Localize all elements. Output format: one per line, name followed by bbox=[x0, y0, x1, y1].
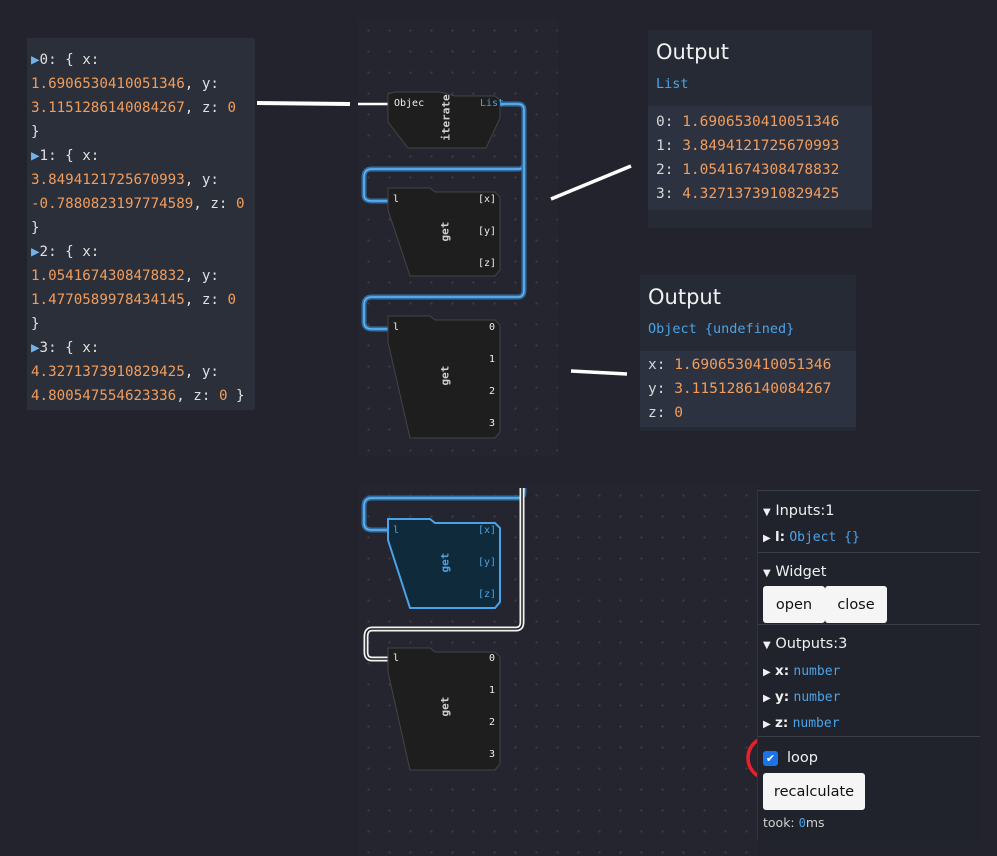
input-l-row[interactable]: ▶ l: Object {} bbox=[763, 529, 860, 545]
close-button[interactable]: close bbox=[825, 586, 887, 623]
expand-arrow-icon[interactable]: ▶ bbox=[31, 148, 40, 164]
collapse-triangle-icon: ▼ bbox=[763, 568, 771, 579]
get3-output-port[interactable]: [y] bbox=[478, 557, 496, 568]
entry-y-value: -0.7880823197774589 bbox=[31, 196, 194, 212]
get4-node-label[interactable]: get bbox=[439, 689, 452, 725]
expand-triangle-icon: ▶ bbox=[763, 667, 771, 678]
list-item: x: 1.6906530410051346 bbox=[648, 357, 832, 373]
iterate-input-port[interactable]: Objec bbox=[394, 98, 424, 109]
get2-output-port[interactable]: 2 bbox=[489, 386, 495, 397]
get3-output-port[interactable]: [z] bbox=[478, 589, 496, 600]
get4-input-port[interactable]: l bbox=[393, 653, 399, 664]
entry-index: 1 bbox=[39, 148, 49, 164]
output-title: Output bbox=[656, 40, 729, 64]
entry-y-value: 1.4770589978434145 bbox=[31, 292, 185, 308]
took-timing: took: 0ms bbox=[763, 815, 825, 830]
collapse-triangle-icon: ▼ bbox=[763, 640, 771, 651]
entry-index: 3 bbox=[39, 340, 49, 356]
widget-section: ▼ Widget open close bbox=[758, 552, 980, 625]
output-object-card: Output Object {undefined} x: 1.690653041… bbox=[640, 275, 856, 431]
get3-output-port[interactable]: [x] bbox=[478, 525, 496, 536]
entry-index: 0 bbox=[39, 52, 49, 68]
get4-output-port[interactable]: 3 bbox=[489, 749, 495, 760]
inputs-header[interactable]: ▼ Inputs:1 bbox=[763, 503, 835, 519]
get1-input-port[interactable]: l bbox=[393, 194, 399, 205]
inspector-panel: ▼ Inputs:1 ▶ l: Object {} ▼ Widget open … bbox=[757, 490, 980, 840]
entry-x-value: 4.3271373910829425 bbox=[31, 364, 185, 380]
entry-z-value: 0 bbox=[236, 196, 245, 212]
output-row[interactable]: ▶ y: number bbox=[763, 689, 840, 705]
get3-node-label[interactable]: get bbox=[439, 545, 452, 581]
entry-x-value: 3.8494121725670993 bbox=[31, 172, 185, 188]
widget-header[interactable]: ▼ Widget bbox=[763, 564, 826, 580]
get4-output-port[interactable]: 0 bbox=[489, 653, 495, 664]
collapse-triangle-icon: ▼ bbox=[763, 507, 771, 518]
get1-output-port[interactable]: [x] bbox=[478, 194, 496, 205]
wire-to-output-list bbox=[550, 164, 632, 201]
expand-triangle-icon: ▶ bbox=[763, 693, 771, 704]
entry-y-value: 3.1151286140084267 bbox=[31, 100, 185, 116]
list-item: 1: 3.8494121725670993 bbox=[656, 138, 840, 154]
list-item: z: 0 bbox=[648, 405, 683, 421]
get1-node-label[interactable]: get bbox=[439, 214, 452, 250]
get3-input-port[interactable]: l bbox=[393, 525, 399, 536]
expand-arrow-icon[interactable]: ▶ bbox=[31, 52, 40, 68]
recalculate-button[interactable]: recalculate bbox=[763, 773, 865, 810]
entry-z-value: 0 bbox=[218, 388, 228, 404]
wire-console-to-iterate bbox=[256, 101, 351, 106]
list-item: y: 3.1151286140084267 bbox=[648, 381, 832, 397]
output-title: Output bbox=[648, 285, 721, 309]
list-item: 0: 1.6906530410051346 bbox=[656, 114, 840, 130]
entry-z-value: 0 bbox=[227, 292, 237, 308]
outputs-header[interactable]: ▼ Outputs:3 bbox=[763, 636, 847, 652]
get2-input-port[interactable]: l bbox=[393, 322, 399, 333]
entry-z-value: 0 bbox=[227, 100, 237, 116]
output-row[interactable]: ▶ x: number bbox=[763, 663, 840, 679]
get2-output-port[interactable]: 0 bbox=[489, 322, 495, 333]
entry-y-value: 4.800547554623336 bbox=[31, 388, 177, 404]
get4-output-port[interactable]: 1 bbox=[489, 685, 495, 696]
loop-label: loop bbox=[787, 750, 818, 766]
entry-x-value: 1.0541674308478832 bbox=[31, 268, 185, 284]
checkmark-icon: ✔ bbox=[765, 752, 776, 765]
iterate-output-port[interactable]: List bbox=[480, 98, 504, 109]
expand-arrow-icon[interactable]: ▶ bbox=[31, 244, 40, 260]
output-type: Object {undefined} bbox=[648, 321, 795, 337]
inputs-section: ▼ Inputs:1 ▶ l: Object {} bbox=[758, 490, 980, 553]
list-item: 3: 4.3271373910829425 bbox=[656, 186, 840, 202]
output-list-body: 0: 1.6906530410051346 1: 3.8494121725670… bbox=[648, 106, 872, 210]
loop-checkbox[interactable]: ✔ bbox=[763, 751, 778, 766]
output-list-card: Output List 0: 1.6906530410051346 1: 3.8… bbox=[648, 30, 872, 228]
get2-output-port[interactable]: 1 bbox=[489, 354, 495, 365]
get4-output-port[interactable]: 2 bbox=[489, 717, 495, 728]
expand-triangle-icon: ▶ bbox=[763, 533, 771, 544]
get1-output-port[interactable]: [y] bbox=[478, 226, 496, 237]
wire-to-output-object bbox=[570, 369, 628, 376]
get2-node-label[interactable]: get bbox=[439, 358, 452, 394]
output-object-body: x: 1.6906530410051346 y: 3.1151286140084… bbox=[640, 351, 856, 427]
entry-index: 2 bbox=[39, 244, 49, 260]
outputs-section: ▼ Outputs:3 ▶ x: number ▶ y: number ▶ z:… bbox=[758, 624, 980, 737]
controls-section: ✔ loop recalculate took: 0ms bbox=[758, 736, 980, 841]
get1-output-port[interactable]: [z] bbox=[478, 258, 496, 269]
iterate-node-label[interactable]: iterate bbox=[440, 94, 453, 142]
entry-x-value: 1.6906530410051346 bbox=[31, 76, 185, 92]
output-type: List bbox=[656, 76, 689, 92]
expand-arrow-icon[interactable]: ▶ bbox=[31, 340, 40, 356]
open-button[interactable]: open bbox=[763, 586, 825, 623]
output-row[interactable]: ▶ z: number bbox=[763, 715, 840, 731]
expand-triangle-icon: ▶ bbox=[763, 719, 771, 730]
console-log: ▶0: { x: 1.6906530410051346, y: 3.115128… bbox=[27, 38, 255, 410]
list-item: 2: 1.0541674308478832 bbox=[656, 162, 840, 178]
get2-output-port[interactable]: 3 bbox=[489, 418, 495, 429]
